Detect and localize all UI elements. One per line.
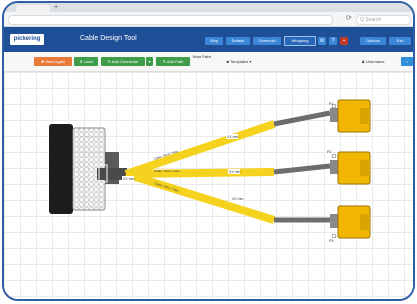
length-label-bottom: XX mm xyxy=(232,197,244,201)
connector-p1-face xyxy=(360,108,370,124)
new-tab-button[interactable]: + xyxy=(54,3,58,12)
connector-p2-handle[interactable] xyxy=(331,153,337,159)
move-paths-button[interactable]: Move Paths xyxy=(192,55,212,67)
pickering-logo: pickering xyxy=(10,34,44,45)
design-canvas[interactable]: XX mm XX mm XX mm XX mm Cable / Wire / T… xyxy=(4,72,413,299)
connector-dropdown-button[interactable]: ▾ xyxy=(146,57,153,66)
options-button[interactable]: Options xyxy=(360,37,386,45)
templates-dropdown[interactable]: ■ Templates ▾ xyxy=(218,57,260,66)
stop-button[interactable]: Stop xyxy=(205,37,223,45)
connector-p3-label: P3 xyxy=(329,239,333,243)
exit-button[interactable]: Exit xyxy=(389,37,411,45)
user-menu[interactable]: ♟ Username xyxy=(356,57,390,66)
length-label-middle: XX mm xyxy=(229,170,241,174)
branch-label-middle: Cable / Wire / Tube xyxy=(154,169,180,173)
app-header: pickering Cable Design Tool Stop Default… xyxy=(4,27,413,52)
length-label-trunk: XX mm xyxy=(123,177,135,181)
overmold-button[interactable]: Overmold xyxy=(253,37,281,45)
connector-p3-handle[interactable] xyxy=(331,233,337,239)
flag-icon[interactable]: ▪ xyxy=(340,37,348,45)
screenshot-frame: + ⟳ Q Search pickering Cable Design Tool… xyxy=(2,1,415,301)
connector-p2-face xyxy=(360,160,370,176)
cable-end-middle[interactable] xyxy=(273,163,331,175)
wrapping-button[interactable]: Wrapping xyxy=(284,36,316,46)
url-bar[interactable] xyxy=(8,15,333,25)
cable-end-top[interactable] xyxy=(273,110,331,127)
length-label-top: XX mm xyxy=(227,135,239,139)
connector-p2-label: P2 xyxy=(327,150,331,154)
connector-p3-backshell xyxy=(330,214,338,228)
reload-icon[interactable]: ⟳ xyxy=(346,14,352,22)
help-icon[interactable]: ? xyxy=(329,37,337,45)
browser-tab-strip: + xyxy=(4,3,413,12)
browser-search-input[interactable]: Q Search xyxy=(356,15,411,25)
connector-p1-backshell xyxy=(330,108,338,122)
gear-icon[interactable]: ⚙ xyxy=(318,37,326,45)
branch-cable-bottom[interactable] xyxy=(124,170,276,224)
browser-address-row: ⟳ Q Search xyxy=(4,12,413,27)
app-title: Cable Design Tool xyxy=(80,35,137,42)
load-button[interactable]: ⬇ Load xyxy=(74,57,98,66)
add-path-button[interactable]: ✎ Add Path xyxy=(156,57,190,66)
connector-p2[interactable]: P2 xyxy=(327,150,371,185)
branch-cable-middle[interactable] xyxy=(125,168,275,178)
connector-p1-label: P1 xyxy=(329,102,333,106)
connector-p1[interactable]: P1 xyxy=(329,99,371,133)
branch-cable-top[interactable] xyxy=(124,120,276,178)
connector-p3-face xyxy=(360,214,370,230)
info-button[interactable]: i xyxy=(401,57,413,66)
toolbar: ✚ Start Again ⬇ Load ✎ Add Connector ▾ ✎… xyxy=(4,52,413,72)
connector-p3[interactable]: P3 xyxy=(329,205,371,243)
browser-tab[interactable] xyxy=(16,5,50,12)
cable-assembly-drawing[interactable]: XX mm XX mm XX mm XX mm Cable / Wire / T… xyxy=(4,72,413,299)
start-again-button[interactable]: ✚ Start Again xyxy=(34,57,72,66)
add-connector-button[interactable]: ✎ Add Connector xyxy=(101,57,145,66)
connector-p2-backshell xyxy=(330,160,338,174)
connector-shell xyxy=(49,124,73,214)
default-button[interactable]: Default xyxy=(226,37,250,45)
